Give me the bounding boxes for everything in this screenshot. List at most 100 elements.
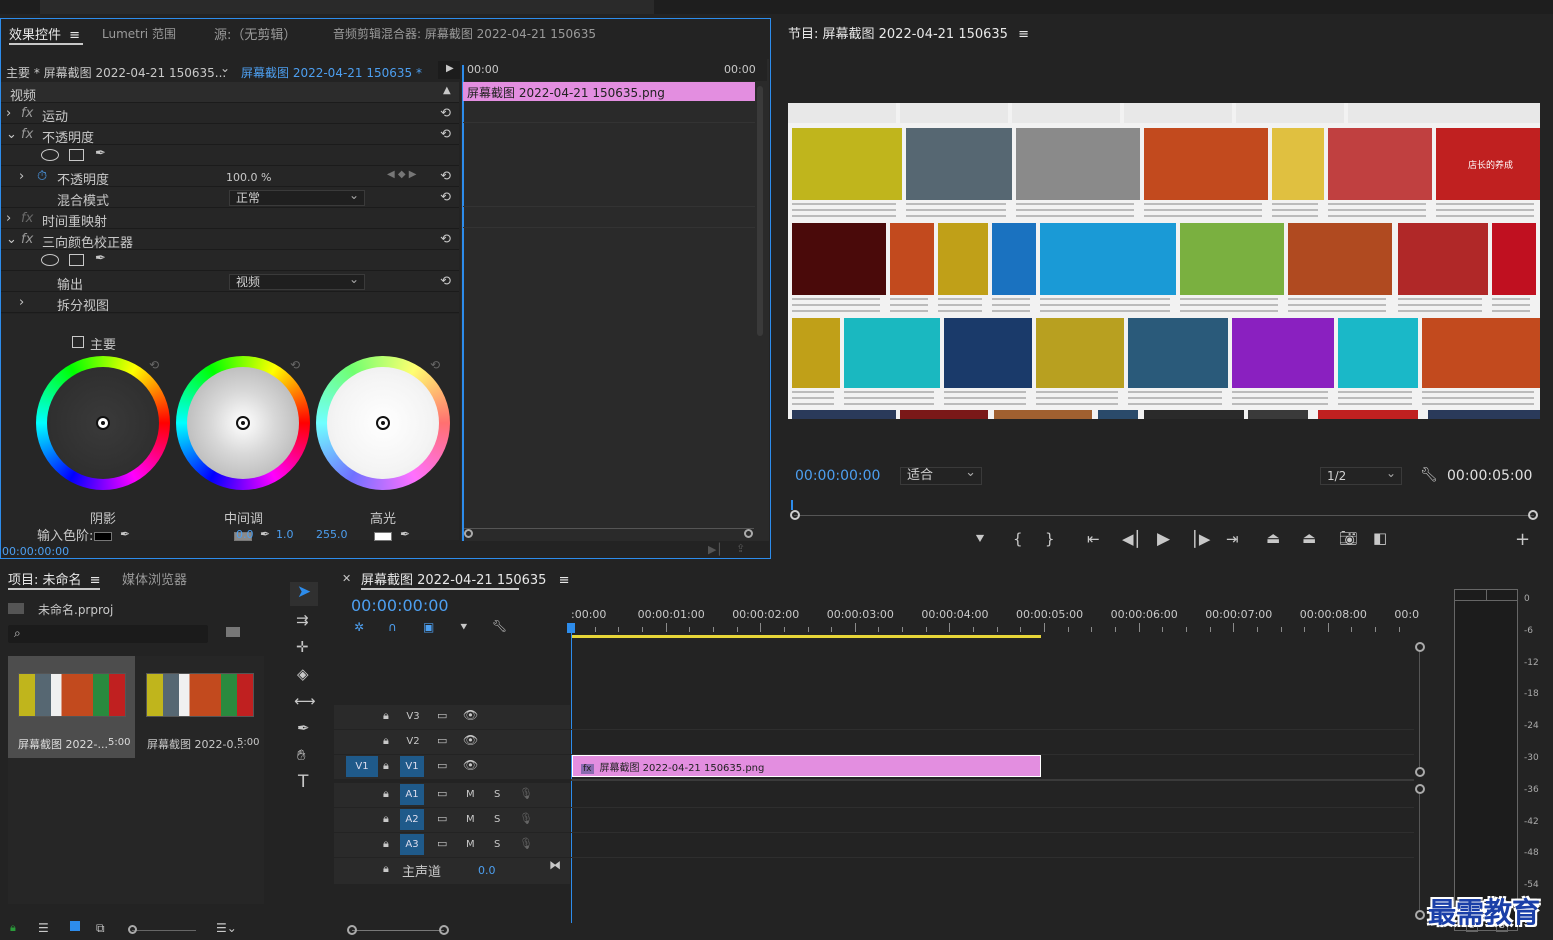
mute-button[interactable]: M	[466, 814, 475, 825]
slip-tool-icon[interactable]: ⟷	[294, 692, 316, 710]
add-marker-icon[interactable]: ⯆	[974, 530, 986, 548]
vertical-zoom-handle[interactable]	[1415, 784, 1425, 794]
shadows-wheel[interactable]	[36, 356, 170, 490]
lift-icon[interactable]: ⏏	[1266, 529, 1280, 547]
playhead-timecode[interactable]: 00:00:00:00	[795, 468, 880, 484]
rect-mask-icon[interactable]	[69, 254, 84, 266]
track-label-v3[interactable]: V3	[404, 711, 422, 722]
keyframe-nav-icon[interactable]: ◀ ◆ ▶	[387, 169, 416, 180]
track-header-v3[interactable]	[334, 705, 570, 729]
effect-motion[interactable]: › fx 运动 ⟲	[1, 103, 459, 125]
ellipse-mask-icon[interactable]	[41, 254, 59, 266]
step-back-icon[interactable]: ◀︎⎮	[1122, 530, 1141, 548]
stopwatch-icon[interactable]: ⏱	[37, 169, 47, 184]
lock-icon[interactable]: 🔒︎	[383, 812, 389, 826]
effect-controls-timecode[interactable]: 00:00:00:00	[2, 545, 69, 558]
program-monitor-title[interactable]: 节目: 屏幕截图 2022-04-21 150635 ≡	[788, 23, 1029, 42]
zoom-handle[interactable]	[1528, 510, 1538, 520]
hand-tool-icon[interactable]: ✋︎	[297, 746, 306, 764]
track-header-a1[interactable]	[334, 783, 570, 807]
track-select-tool-icon[interactable]: ⇉	[296, 611, 309, 629]
razor-tool-icon[interactable]: ◈	[297, 665, 309, 683]
zoom-handle[interactable]	[439, 925, 449, 935]
reset-icon[interactable]: ⟲	[149, 358, 159, 372]
vertical-zoom-handle[interactable]	[1415, 767, 1425, 777]
pen-tool-icon[interactable]: ✒	[297, 719, 310, 737]
chevron-down-icon[interactable]: ⌄	[220, 61, 230, 75]
add-marker-icon[interactable]: ⯆	[459, 620, 469, 635]
shadow-swatch[interactable]	[94, 532, 112, 541]
nest-icon[interactable]: ▣	[423, 620, 434, 634]
lock-icon[interactable]: 🔒︎	[383, 734, 389, 748]
mark-out-icon[interactable]: }	[1045, 530, 1055, 548]
vertical-scroll-track[interactable]	[1419, 652, 1420, 767]
eye-icon[interactable]: 👁︎	[463, 758, 478, 772]
toggle-sync-icon[interactable]: ▭	[437, 787, 447, 800]
mic-icon[interactable]: 🎙︎	[519, 812, 533, 825]
reset-icon[interactable]: ⟲	[440, 232, 451, 247]
track-header-v2[interactable]	[334, 730, 570, 754]
ripple-edit-tool-icon[interactable]: ✛	[296, 638, 309, 656]
track-label-a2[interactable]: A2	[400, 809, 424, 830]
solo-button[interactable]: S	[494, 789, 500, 800]
master-checkbox[interactable]	[72, 336, 84, 348]
timeline-tab[interactable]: 屏幕截图 2022-04-21 150635 ≡	[361, 569, 570, 588]
lock-icon[interactable]: 🔒︎	[383, 787, 389, 801]
reset-icon[interactable]: ⟲	[440, 274, 451, 289]
reset-icon[interactable]: ⟲	[440, 190, 451, 205]
timeline-clip[interactable]: fx 屏幕截图 2022-04-21 150635.png	[572, 755, 1041, 777]
expand-right-icon[interactable]: ▶	[446, 63, 454, 74]
ellipse-mask-icon[interactable]	[41, 149, 59, 161]
input-level-gamma[interactable]: 1.0	[276, 528, 294, 541]
zoom-slider[interactable]	[132, 930, 196, 931]
monitor-playhead[interactable]	[791, 500, 793, 510]
toggle-sync-icon[interactable]: ▭	[437, 812, 447, 825]
toggle-output-icon[interactable]: ▭	[437, 734, 447, 747]
go-to-end-icon[interactable]: ⧓	[549, 858, 561, 872]
freeform-view-icon[interactable]: ⧉	[96, 921, 105, 936]
source-patch-v1[interactable]: V1	[346, 756, 378, 777]
fit-dropdown[interactable]: 适合	[900, 465, 982, 485]
zoom-handle[interactable]	[347, 925, 357, 935]
mini-zoom-bar[interactable]	[464, 528, 754, 536]
toggle-output-icon[interactable]: ▭	[437, 759, 447, 772]
monitor-zoom-bar[interactable]	[794, 515, 1534, 516]
timeline-timecode[interactable]: 00:00:00:00	[351, 596, 449, 615]
split-view-row[interactable]: › 拆分视图	[1, 292, 459, 314]
reset-icon[interactable]: ⟲	[290, 358, 300, 372]
playhead-handle[interactable]	[567, 623, 575, 633]
highlight-swatch[interactable]	[374, 532, 392, 541]
master-volume-value[interactable]: 0.0	[478, 864, 496, 877]
monitor-ruler[interactable]	[791, 496, 1535, 510]
type-tool-icon[interactable]: T	[298, 772, 308, 792]
compare-icon[interactable]: ◧	[1373, 529, 1387, 547]
mute-button[interactable]: M	[466, 839, 475, 850]
go-to-out-icon[interactable]: ⇥	[1226, 530, 1239, 548]
project-item[interactable]: 屏幕截图 2022-... 5:00	[8, 656, 135, 758]
filter-icon[interactable]: ▶⎮	[708, 543, 722, 556]
reset-icon[interactable]: ⟲	[430, 358, 440, 372]
tab-effect-controls[interactable]: 效果控件 ≡	[9, 24, 80, 43]
close-icon[interactable]: ✕	[342, 572, 351, 585]
pen-mask-icon[interactable]: ✒	[95, 146, 106, 161]
clip-dropdown[interactable]: 屏幕截图 2022-04-21 150635 *	[241, 64, 422, 81]
step-forward-icon[interactable]: ⎮▶︎	[1191, 530, 1210, 548]
list-view-icon[interactable]: ☰	[38, 921, 49, 935]
program-video-frame[interactable]: 店长的养成	[788, 103, 1540, 419]
mic-icon[interactable]: 🎙︎	[519, 837, 533, 850]
track-label-a1[interactable]: A1	[400, 784, 424, 805]
settings-wrench-icon[interactable]: 🔧︎	[492, 619, 507, 633]
tab-audio-clip-mixer[interactable]: 音频剪辑混合器: 屏幕截图 2022-04-21 150635	[333, 25, 596, 42]
mark-in-icon[interactable]: {	[1013, 530, 1023, 548]
search-input[interactable]	[8, 625, 208, 643]
lock-icon[interactable]: 🔒︎	[383, 837, 389, 851]
blend-mode-dropdown[interactable]: 正常	[229, 188, 365, 206]
eye-icon[interactable]: 👁︎	[463, 708, 478, 722]
highlights-wheel[interactable]	[316, 356, 450, 490]
play-icon[interactable]: ▶	[1157, 529, 1170, 549]
eyedropper-icon[interactable]: ✒	[400, 527, 410, 541]
export-frame-icon[interactable]: 📷︎	[1339, 529, 1358, 547]
solo-button[interactable]: S	[494, 839, 500, 850]
track-label-v2[interactable]: V2	[404, 736, 422, 747]
zoom-slider-handle[interactable]	[128, 925, 137, 934]
